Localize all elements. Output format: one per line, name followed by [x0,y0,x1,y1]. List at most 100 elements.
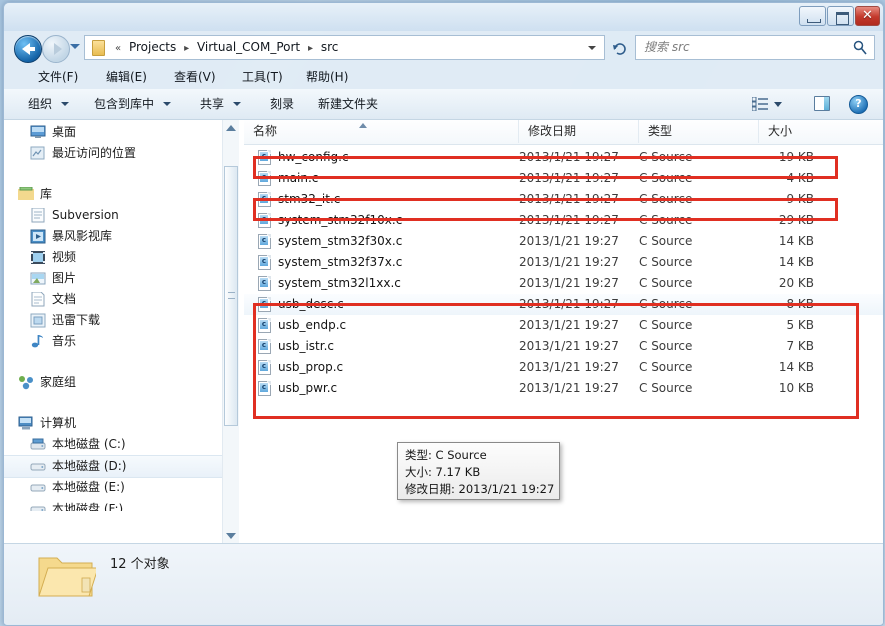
share-label: 共享 [200,97,225,111]
breadcrumb-overflow[interactable]: « [115,43,121,54]
minimize-icon [807,19,821,23]
file-size: 5 KB [786,318,814,332]
sidebar-item-subversion[interactable]: Subversion [4,205,223,226]
scroll-down-arrow-icon[interactable] [226,533,236,539]
menu-help[interactable]: 帮助(H) [300,68,354,86]
file-name: usb_pwr.c [278,381,338,395]
search-input[interactable]: 搜索 src [635,35,875,60]
view-options-icon[interactable] [752,97,768,111]
sidebar-item-pictures[interactable]: 图片 [4,268,223,289]
chevron-down-icon[interactable] [774,102,782,107]
sidebar-item-documents[interactable]: 文档 [4,289,223,310]
table-row[interactable]: c usb_istr.c 2013/1/21 19:27 C Source 7 … [244,336,883,357]
c-source-file-icon: c [258,360,271,375]
file-date: 2013/1/21 19:27 [519,297,619,311]
column-header-date[interactable]: 修改日期 [519,120,639,143]
tooltip-type-line: 类型: C Source [405,448,487,462]
sidebar-item-recent-places[interactable]: 最近访问的位置 [4,143,223,164]
thunder-download-icon [30,313,46,328]
file-date: 2013/1/21 19:27 [519,213,619,227]
include-in-library-label: 包含到库中 [94,97,155,111]
file-date: 2013/1/21 19:27 [519,171,619,185]
sidebar-item-desktop[interactable]: 桌面 [4,122,223,143]
sidebar-item-drive-c[interactable]: 本地磁盘 (C:) [4,434,223,455]
table-row[interactable]: c usb_endp.c 2013/1/21 19:27 C Source 5 … [244,315,883,336]
file-date: 2013/1/21 19:27 [519,360,619,374]
menu-view[interactable]: 查看(V) [168,68,222,86]
sidebar-item-music[interactable]: 音乐 [4,331,223,352]
breadcrumb-item-virtual-com-port[interactable]: Virtual_COM_Port [197,40,300,54]
table-row[interactable]: c system_stm32f37x.c 2013/1/21 19:27 C S… [244,252,883,273]
menu-edit[interactable]: 编辑(E) [100,68,153,86]
maximize-button[interactable] [827,6,854,26]
column-header-type[interactable]: 类型 [639,120,759,143]
c-source-file-icon: c [258,339,271,354]
chevron-down-icon[interactable] [588,46,596,50]
back-button[interactable] [14,35,42,63]
preview-pane-icon[interactable] [814,96,830,111]
refresh-icon[interactable] [611,39,629,57]
sidebar-label: Subversion [52,208,119,222]
breadcrumb-item-src[interactable]: src [321,40,339,54]
file-type: C Source [639,297,693,311]
file-name: usb_desc.c [278,297,344,311]
sidebar-item-drive-f[interactable]: 本地磁盘 (F:) [4,499,223,511]
table-row[interactable]: c usb_prop.c 2013/1/21 19:27 C Source 14… [244,357,883,378]
sidebar-item-video-library[interactable]: 暴风影视库 [4,226,223,247]
sidebar-item-libraries[interactable]: 库 [4,184,223,205]
scroll-up-arrow-icon[interactable] [226,125,236,131]
breadcrumb-bar[interactable]: « Projects ▸ Virtual_COM_Port ▸ src [84,35,605,60]
file-type: C Source [639,255,693,269]
drive-icon [30,484,46,492]
table-row[interactable]: c usb_pwr.c 2013/1/21 19:27 C Source 10 … [244,378,883,399]
address-bar: « Projects ▸ Virtual_COM_Port ▸ src 搜索 s… [4,31,883,65]
c-source-file-icon: c [258,234,271,249]
table-row[interactable]: c main.c 2013/1/21 19:27 C Source 4 KB [244,168,883,189]
help-icon[interactable]: ? [849,95,868,114]
breadcrumb-separator[interactable]: ▸ [184,43,189,54]
organize-button[interactable]: 组织 [28,95,69,113]
file-name: usb_istr.c [278,339,335,353]
scrollbar-thumb[interactable] [224,166,238,426]
sort-ascending-icon [359,123,367,128]
share-button[interactable]: 共享 [200,95,241,113]
close-button[interactable]: ✕ [855,6,880,26]
videos-icon [31,251,45,264]
drive-icon [30,506,46,511]
column-header-size[interactable]: 大小 [759,120,883,143]
table-row[interactable]: c usb_desc.c 2013/1/21 19:27 C Source 8 … [244,294,883,315]
minimize-button[interactable] [799,6,826,26]
search-icon [853,40,867,55]
table-row[interactable]: c system_stm32f10x.c 2013/1/21 19:27 C S… [244,210,883,231]
breadcrumb-separator[interactable]: ▸ [308,43,313,54]
menu-tools[interactable]: 工具(T) [236,68,289,86]
table-row[interactable]: c system_stm32l1xx.c 2013/1/21 19:27 C S… [244,273,883,294]
table-row[interactable]: c system_stm32f30x.c 2013/1/21 19:27 C S… [244,231,883,252]
sidebar-item-homegroup[interactable]: 家庭组 [4,372,223,393]
column-header-row: 名称 修改日期 类型 大小 [244,120,883,145]
forward-button[interactable] [42,35,70,63]
file-date: 2013/1/21 19:27 [519,339,619,353]
sidebar-label: 计算机 [40,416,77,430]
sidebar-item-drive-d[interactable]: 本地磁盘 (D:) [4,455,223,478]
back-arrow-icon [22,43,35,55]
burn-button[interactable]: 刻录 [270,95,294,113]
recent-pages-chevron-icon[interactable] [70,44,80,49]
column-header-name[interactable]: 名称 [244,120,519,143]
menu-file[interactable]: 文件(F) [32,68,84,86]
sidebar-item-computer[interactable]: 计算机 [4,413,223,434]
c-source-file-icon: c [258,318,271,333]
file-size: 14 KB [778,255,814,269]
file-date: 2013/1/21 19:27 [519,381,619,395]
sidebar-item-thunder-download[interactable]: 迅雷下载 [4,310,223,331]
table-row[interactable]: c hw_config.c 2013/1/21 19:27 C Source 1… [244,147,883,168]
table-row[interactable]: c stm32_it.c 2013/1/21 19:27 C Source 9 … [244,189,883,210]
file-size: 4 KB [786,171,814,185]
new-folder-button[interactable]: 新建文件夹 [318,95,378,113]
breadcrumb-item-projects[interactable]: Projects [129,40,176,54]
include-in-library-button[interactable]: 包含到库中 [94,95,171,113]
sidebar-label: 文档 [52,292,77,306]
sidebar-item-drive-e[interactable]: 本地磁盘 (E:) [4,477,223,498]
sidebar-item-videos[interactable]: 视频 [4,247,223,268]
sidebar-scrollbar[interactable] [222,120,239,544]
